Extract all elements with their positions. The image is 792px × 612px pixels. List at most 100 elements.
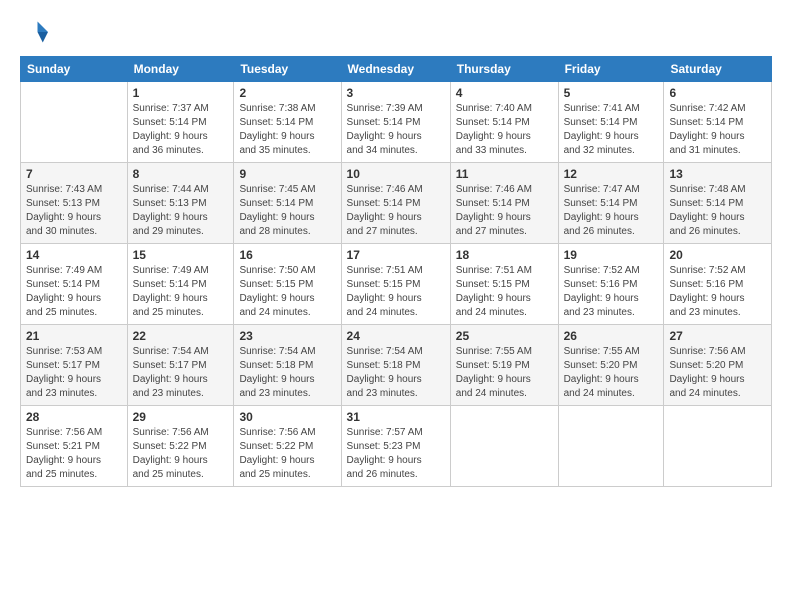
calendar-cell: 14Sunrise: 7:49 AM Sunset: 5:14 PM Dayli… — [21, 244, 128, 325]
day-info: Sunrise: 7:47 AM Sunset: 5:14 PM Dayligh… — [564, 183, 659, 239]
week-row-3: 21 Sunrise: 7:53 AM Sunset: 5:17 PM Dayli… — [21, 325, 772, 406]
col-header-monday: Monday — [127, 57, 234, 82]
day-number: 16 — [239, 248, 335, 262]
week-row-1: 7 Sunrise: 7:43 AM Sunset: 5:13 PM Daylig… — [21, 163, 772, 244]
calendar-cell: 19 Sunrise: 7:52 AM Sunset: 5:16 PM Dayli… — [558, 244, 664, 325]
day-info: Sunrise: 7:49 AM Sunset: 5:14 PM Dayligh… — [133, 264, 229, 320]
day-info: Sunrise: 7:54 AM Sunset: 5:18 PM Dayligh… — [347, 345, 445, 401]
day-number: 23 — [239, 329, 335, 343]
day-number: 12 — [564, 167, 659, 181]
calendar-cell: 9 Sunrise: 7:45 AM Sunset: 5:14 PM Daylig… — [234, 163, 341, 244]
day-number: 6 — [669, 86, 766, 100]
day-number: 24 — [347, 329, 445, 343]
calendar-cell: 10Sunrise: 7:46 AM Sunset: 5:14 PM Dayli… — [341, 163, 450, 244]
day-info: Sunrise: 7:53 AM Sunset: 5:17 PM Dayligh… — [26, 345, 122, 401]
day-number: 17 — [347, 248, 445, 262]
week-row-2: 14Sunrise: 7:49 AM Sunset: 5:14 PM Dayli… — [21, 244, 772, 325]
day-number: 11 — [456, 167, 553, 181]
calendar-cell: 21 Sunrise: 7:53 AM Sunset: 5:17 PM Dayli… — [21, 325, 128, 406]
day-info: Sunrise: 7:56 AM Sunset: 5:21 PM Dayligh… — [26, 426, 122, 482]
calendar-cell: 31 Sunrise: 7:57 AM Sunset: 5:23 PM Dayli… — [341, 406, 450, 487]
day-number: 3 — [347, 86, 445, 100]
day-number: 29 — [133, 410, 229, 424]
calendar-cell: 28 Sunrise: 7:56 AM Sunset: 5:21 PM Dayli… — [21, 406, 128, 487]
day-number: 21 — [26, 329, 122, 343]
day-number: 13 — [669, 167, 766, 181]
calendar-cell: 3 Sunrise: 7:39 AM Sunset: 5:14 PM Daylig… — [341, 82, 450, 163]
calendar-cell: 30 Sunrise: 7:56 AM Sunset: 5:22 PM Dayli… — [234, 406, 341, 487]
day-info: Sunrise: 7:55 AM Sunset: 5:20 PM Dayligh… — [564, 345, 659, 401]
col-header-tuesday: Tuesday — [234, 57, 341, 82]
page: SundayMondayTuesdayWednesdayThursdayFrid… — [0, 0, 792, 612]
col-header-friday: Friday — [558, 57, 664, 82]
day-number: 19 — [564, 248, 659, 262]
calendar-cell: 7 Sunrise: 7:43 AM Sunset: 5:13 PM Daylig… — [21, 163, 128, 244]
day-number: 30 — [239, 410, 335, 424]
calendar-cell: 22 Sunrise: 7:54 AM Sunset: 5:17 PM Dayli… — [127, 325, 234, 406]
day-info: Sunrise: 7:41 AM Sunset: 5:14 PM Dayligh… — [564, 102, 659, 158]
day-number: 27 — [669, 329, 766, 343]
day-number: 2 — [239, 86, 335, 100]
calendar-header-row: SundayMondayTuesdayWednesdayThursdayFrid… — [21, 57, 772, 82]
calendar-cell: 11 Sunrise: 7:46 AM Sunset: 5:14 PM Dayli… — [450, 163, 558, 244]
calendar-cell: 25 Sunrise: 7:55 AM Sunset: 5:19 PM Dayli… — [450, 325, 558, 406]
calendar-cell: 8Sunrise: 7:44 AM Sunset: 5:13 PM Daylig… — [127, 163, 234, 244]
day-info: Sunrise: 7:43 AM Sunset: 5:13 PM Dayligh… — [26, 183, 122, 239]
calendar-table: SundayMondayTuesdayWednesdayThursdayFrid… — [20, 56, 772, 487]
day-number: 31 — [347, 410, 445, 424]
day-info: Sunrise: 7:39 AM Sunset: 5:14 PM Dayligh… — [347, 102, 445, 158]
day-info: Sunrise: 7:38 AM Sunset: 5:14 PM Dayligh… — [239, 102, 335, 158]
calendar-cell — [664, 406, 772, 487]
day-info: Sunrise: 7:45 AM Sunset: 5:14 PM Dayligh… — [239, 183, 335, 239]
day-info: Sunrise: 7:56 AM Sunset: 5:22 PM Dayligh… — [239, 426, 335, 482]
day-info: Sunrise: 7:37 AM Sunset: 5:14 PM Dayligh… — [133, 102, 229, 158]
day-number: 25 — [456, 329, 553, 343]
day-info: Sunrise: 7:46 AM Sunset: 5:14 PM Dayligh… — [347, 183, 445, 239]
day-number: 20 — [669, 248, 766, 262]
day-info: Sunrise: 7:51 AM Sunset: 5:15 PM Dayligh… — [456, 264, 553, 320]
calendar-cell — [450, 406, 558, 487]
day-info: Sunrise: 7:54 AM Sunset: 5:17 PM Dayligh… — [133, 345, 229, 401]
day-info: Sunrise: 7:56 AM Sunset: 5:20 PM Dayligh… — [669, 345, 766, 401]
day-info: Sunrise: 7:50 AM Sunset: 5:15 PM Dayligh… — [239, 264, 335, 320]
col-header-thursday: Thursday — [450, 57, 558, 82]
calendar-cell: 29 Sunrise: 7:56 AM Sunset: 5:22 PM Dayli… — [127, 406, 234, 487]
day-info: Sunrise: 7:55 AM Sunset: 5:19 PM Dayligh… — [456, 345, 553, 401]
calendar-cell: 4Sunrise: 7:40 AM Sunset: 5:14 PM Daylig… — [450, 82, 558, 163]
calendar-cell: 1Sunrise: 7:37 AM Sunset: 5:14 PM Daylig… — [127, 82, 234, 163]
day-info: Sunrise: 7:46 AM Sunset: 5:14 PM Dayligh… — [456, 183, 553, 239]
calendar-cell: 5 Sunrise: 7:41 AM Sunset: 5:14 PM Daylig… — [558, 82, 664, 163]
day-number: 5 — [564, 86, 659, 100]
week-row-0: 1Sunrise: 7:37 AM Sunset: 5:14 PM Daylig… — [21, 82, 772, 163]
day-info: Sunrise: 7:49 AM Sunset: 5:14 PM Dayligh… — [26, 264, 122, 320]
day-info: Sunrise: 7:52 AM Sunset: 5:16 PM Dayligh… — [669, 264, 766, 320]
day-number: 26 — [564, 329, 659, 343]
day-number: 7 — [26, 167, 122, 181]
day-info: Sunrise: 7:51 AM Sunset: 5:15 PM Dayligh… — [347, 264, 445, 320]
week-row-4: 28 Sunrise: 7:56 AM Sunset: 5:21 PM Dayli… — [21, 406, 772, 487]
calendar-cell: 16 Sunrise: 7:50 AM Sunset: 5:15 PM Dayli… — [234, 244, 341, 325]
day-info: Sunrise: 7:52 AM Sunset: 5:16 PM Dayligh… — [564, 264, 659, 320]
calendar-cell: 26 Sunrise: 7:55 AM Sunset: 5:20 PM Dayli… — [558, 325, 664, 406]
day-number: 28 — [26, 410, 122, 424]
logo — [20, 18, 52, 46]
day-number: 9 — [239, 167, 335, 181]
day-info: Sunrise: 7:57 AM Sunset: 5:23 PM Dayligh… — [347, 426, 445, 482]
calendar-cell: 27 Sunrise: 7:56 AM Sunset: 5:20 PM Dayli… — [664, 325, 772, 406]
calendar-cell: 17 Sunrise: 7:51 AM Sunset: 5:15 PM Dayli… — [341, 244, 450, 325]
calendar-cell: 23 Sunrise: 7:54 AM Sunset: 5:18 PM Dayli… — [234, 325, 341, 406]
col-header-wednesday: Wednesday — [341, 57, 450, 82]
day-number: 4 — [456, 86, 553, 100]
day-info: Sunrise: 7:44 AM Sunset: 5:13 PM Dayligh… — [133, 183, 229, 239]
day-info: Sunrise: 7:42 AM Sunset: 5:14 PM Dayligh… — [669, 102, 766, 158]
col-header-sunday: Sunday — [21, 57, 128, 82]
calendar-cell: 18 Sunrise: 7:51 AM Sunset: 5:15 PM Dayli… — [450, 244, 558, 325]
calendar-cell: 12 Sunrise: 7:47 AM Sunset: 5:14 PM Dayli… — [558, 163, 664, 244]
day-number: 15 — [133, 248, 229, 262]
calendar-cell: 13Sunrise: 7:48 AM Sunset: 5:14 PM Dayli… — [664, 163, 772, 244]
calendar-cell: 15 Sunrise: 7:49 AM Sunset: 5:14 PM Dayli… — [127, 244, 234, 325]
day-info: Sunrise: 7:56 AM Sunset: 5:22 PM Dayligh… — [133, 426, 229, 482]
day-info: Sunrise: 7:54 AM Sunset: 5:18 PM Dayligh… — [239, 345, 335, 401]
day-number: 22 — [133, 329, 229, 343]
day-number: 18 — [456, 248, 553, 262]
